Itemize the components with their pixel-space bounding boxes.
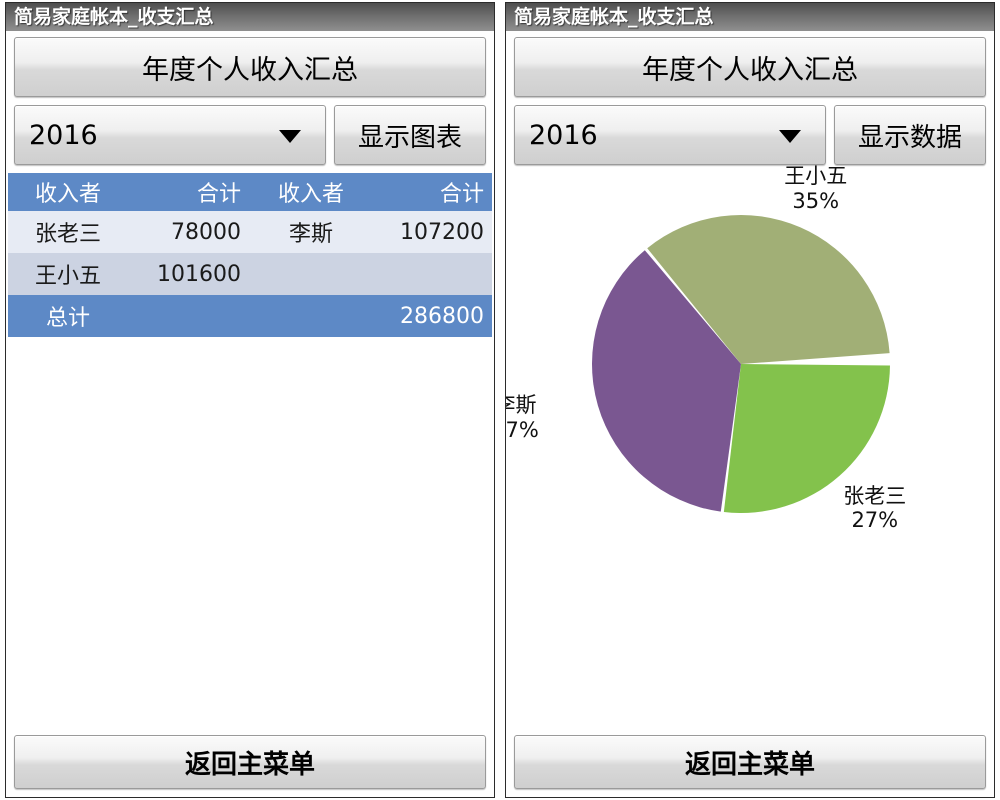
show-chart-button[interactable]: 显示图表 [334, 105, 486, 165]
year-dropdown-right[interactable]: 2016 [514, 105, 826, 165]
cell-amount-1: 78000 [171, 219, 241, 245]
table-header-cell-2: 收入者 [277, 182, 344, 207]
cell-person-3: 王小五 [34, 264, 101, 289]
total-label: 总计 [45, 306, 90, 331]
back-to-main-menu-button[interactable]: 返回主菜单 [14, 735, 486, 789]
page-title-right: 年度个人收入汇总 [514, 37, 986, 97]
income-summary-table: 收入者 合计 收入者 合计 张老三 78000 李斯 107200 王小五 10… [8, 173, 492, 337]
pie-chart-area: 张老三 27% 李斯 37% 王小五 35% [506, 165, 994, 735]
pie-label-1: 李斯 37% [506, 393, 558, 441]
footer-right: 返回主菜单 [506, 735, 994, 797]
year-dropdown-value: 2016 [529, 119, 598, 151]
app-title: 简易家庭帐本_收支汇总 [14, 5, 214, 28]
table-total-row: 总计 286800 [8, 295, 492, 337]
pie-label-0-pct: 27% [851, 508, 899, 533]
pie-label-1-name: 李斯 [506, 393, 537, 418]
chevron-down-icon [779, 130, 801, 143]
pie-label-2-pct: 35% [792, 188, 840, 213]
show-data-button[interactable]: 显示数据 [834, 105, 986, 165]
phone-screen-chart-view: 简易家庭帐本_收支汇总 年度个人收入汇总 2016 显示数据 张老三 27% 李… [505, 2, 995, 798]
control-row-right: 2016 显示数据 [514, 105, 986, 165]
footer-left: 返回主菜单 [6, 735, 494, 797]
cell-amount-2: 107200 [400, 219, 484, 245]
cell-person-2: 李斯 [288, 222, 333, 247]
table-header-cell-3: 合计 [439, 182, 484, 207]
year-dropdown-value: 2016 [29, 119, 98, 151]
cell-amount-3: 101600 [157, 261, 241, 287]
cell-person-1: 张老三 [34, 222, 101, 247]
control-row-left: 2016 显示图表 [14, 105, 486, 165]
table-header-row: 收入者 合计 收入者 合计 [8, 173, 492, 211]
pie-label-1-pct: 37% [506, 417, 539, 442]
pie-label-0-name: 张老三 [843, 484, 907, 509]
app-title: 简易家庭帐本_收支汇总 [514, 5, 714, 28]
table-row[interactable]: 王小五 101600 [8, 253, 492, 295]
pie-label-2: 王小五 35% [772, 165, 860, 213]
pie-chart [590, 213, 892, 515]
back-to-main-menu-button[interactable]: 返回主菜单 [514, 735, 986, 789]
screenshot-root: 简易家庭帐本_收支汇总 年度个人收入汇总 2016 显示图表 收入者 合计 收入… [0, 0, 1000, 800]
table-header-cell-0: 收入者 [34, 182, 101, 207]
chevron-down-icon [279, 130, 301, 143]
year-dropdown-left[interactable]: 2016 [14, 105, 326, 165]
empty-content-area-left [6, 337, 494, 735]
total-value: 286800 [400, 303, 484, 329]
pie-chart-svg [591, 215, 890, 513]
pie-label-2-name: 王小五 [784, 165, 848, 189]
titlebar-left: 简易家庭帐本_收支汇总 [6, 3, 494, 31]
titlebar-right: 简易家庭帐本_收支汇总 [506, 3, 994, 31]
pie-label-0: 张老三 27% [831, 484, 919, 532]
page-title-left: 年度个人收入汇总 [14, 37, 486, 97]
table-row[interactable]: 张老三 78000 李斯 107200 [8, 211, 492, 253]
phone-screen-data-view: 简易家庭帐本_收支汇总 年度个人收入汇总 2016 显示图表 收入者 合计 收入… [5, 2, 495, 798]
table-header-cell-1: 合计 [196, 182, 241, 207]
